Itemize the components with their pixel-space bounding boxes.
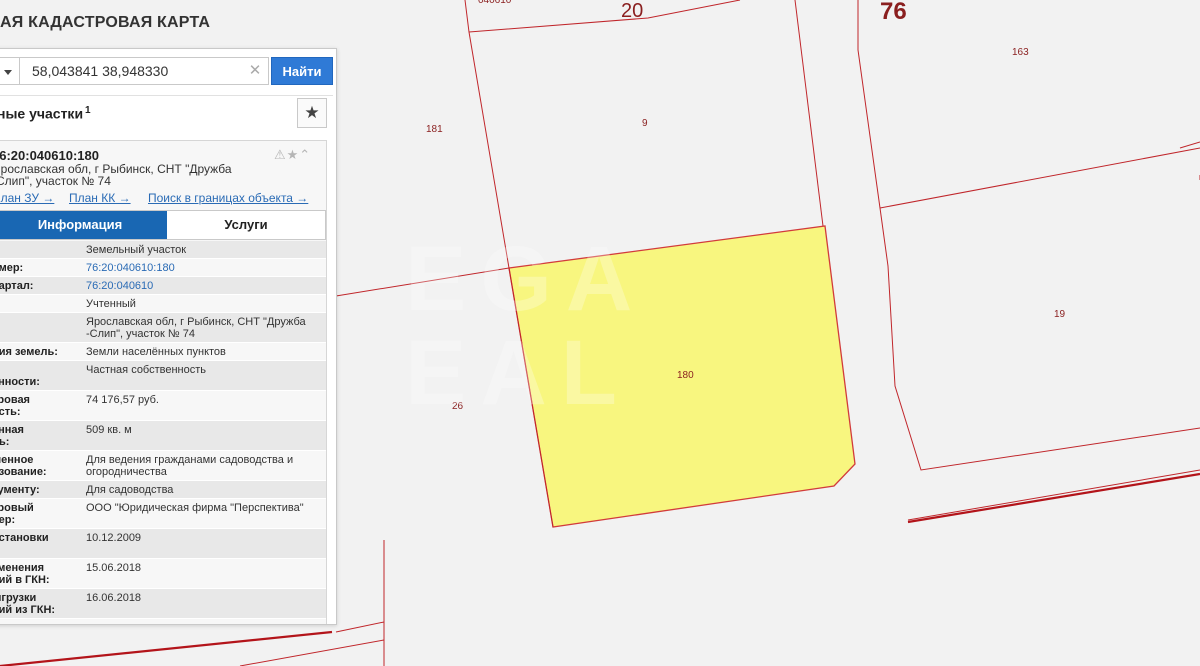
parcel-address: Ярославская обл, г Рыбинск, СНТ "Дружба … <box>0 162 232 188</box>
info-value: Земли населённых пунктов <box>86 346 226 358</box>
map-label-parcel-19: 19 <box>1054 309 1066 320</box>
info-value: Для ведения гражданами садоводства и ого… <box>86 454 294 478</box>
info-row: тровая ость: 74 176,57 руб. <box>0 391 326 421</box>
map-label-parcel-163: 163 <box>1012 47 1029 58</box>
star-icon: ★ <box>304 103 320 122</box>
search-type-dropdown[interactable] <box>0 57 19 85</box>
info-row: омер: 76:20:040610:180 <box>0 259 326 277</box>
card-links: План ЗУ → План КК → Поиск в границах объ… <box>0 191 326 207</box>
map-label-parcel-181: 181 <box>426 124 443 135</box>
tab-services[interactable]: Услуги <box>167 211 325 239</box>
clear-icon[interactable]: ✕ <box>247 62 263 80</box>
chevron-down-icon <box>4 70 12 75</box>
info-label: енная дь: <box>0 424 24 448</box>
info-label: а енности: <box>0 376 40 388</box>
info-row: ыгрузки ний из ГКН: 16.06.2018 <box>0 589 326 619</box>
map-label-quarter-76: 76 <box>880 0 907 25</box>
map-label-quarter-top: 040610 <box>478 0 512 6</box>
info-row: а енности: Частная собственность <box>0 361 326 391</box>
info-label: : <box>0 295 86 312</box>
parcel-cadastral-number[interactable]: 76:20:040610:180 <box>0 148 99 163</box>
search-input[interactable] <box>19 57 269 85</box>
info-label: тровый нер: <box>0 502 34 526</box>
results-header: ные участки 1 ★ <box>0 95 333 131</box>
info-label: кументу: <box>0 484 40 496</box>
info-value: 16.06.2018 <box>86 592 142 604</box>
info-value: 74 176,57 руб. <box>86 394 159 406</box>
info-value: Частная собственность <box>86 364 207 376</box>
info-value: ООО "Юридическая фирма "Перспектива" <box>86 502 304 514</box>
map-label-parcel-180: 180 <box>677 370 694 381</box>
search-bar: ✕ Найти <box>0 57 333 85</box>
info-value: 10.12.2009 <box>86 532 142 544</box>
info-label: зменения ний в ГКН: <box>0 562 50 586</box>
info-row: зменения ний в ГКН: 15.06.2018 <box>0 559 326 589</box>
info-value-link[interactable]: 76:20:040610 <box>86 277 326 294</box>
map-label-quarter-20: 20 <box>621 0 643 22</box>
info-row: остановки т: 10.12.2009 <box>0 529 326 559</box>
info-row: кументу: Для садоводства <box>0 481 326 499</box>
info-row: вартал: 76:20:040610 <box>0 277 326 295</box>
info-label: вартал: <box>0 280 34 292</box>
info-value-link[interactable]: 76:20:040610:180 <box>86 259 326 276</box>
info-row: Земельный участок <box>0 241 326 259</box>
info-value: Ярославская обл, г Рыбинск, СНТ "Дружба … <box>86 316 306 340</box>
info-row: :Ярославская обл, г Рыбинск, СНТ "Дружба… <box>0 313 326 343</box>
card-status-icons[interactable]: ⚠★⌃ <box>274 147 311 163</box>
tab-information[interactable]: Информация <box>0 211 167 239</box>
results-title-text: ные участки <box>0 105 84 122</box>
info-value: 509 кв. м <box>86 424 132 436</box>
search-button[interactable]: Найти <box>271 57 333 85</box>
info-row: енная дь: 509 кв. м <box>0 421 326 451</box>
results-title: ные участки 1 <box>0 105 91 122</box>
results-count: 1 <box>85 105 91 116</box>
info-table: Земельный участок омер:76:20:040610:180 … <box>0 241 326 619</box>
card-tabs: Информация Услуги <box>0 210 326 240</box>
info-label: остановки т: <box>0 532 49 556</box>
info-row: рия земель: Земли населённых пунктов <box>0 343 326 361</box>
info-label <box>0 241 86 258</box>
link-search-in-bounds[interactable]: Поиск в границах объекта → <box>148 191 308 205</box>
map-label-parcel-26: 26 <box>452 401 464 412</box>
parcel-card: 76:20:040610:180 ⚠★⌃ Ярославская обл, г … <box>0 140 327 624</box>
map-label-parcel-9: 9 <box>642 118 648 129</box>
app-title: АЯ КАДАСТРОВАЯ КАРТА <box>0 14 211 31</box>
info-value: Земельный участок <box>86 244 187 256</box>
info-row: шенное ьзование: Для ведения гражданами с… <box>0 451 326 481</box>
info-label: омер: <box>0 262 24 274</box>
info-value: 15.06.2018 <box>86 562 142 574</box>
info-value: Учтенный <box>86 298 136 310</box>
search-panel: ✕ Найти ные участки1 ★ 76:20:040610:180 … <box>0 48 337 625</box>
info-row: тровый нер: ООО "Юридическая фирма "Персп… <box>0 499 326 529</box>
info-value: Для садоводства <box>86 484 174 496</box>
info-label: тровая ость: <box>0 394 30 418</box>
link-plan-kk[interactable]: План КК → <box>69 191 131 205</box>
link-plan-zu[interactable]: План ЗУ → <box>0 191 54 205</box>
info-label: рия земель: <box>0 346 58 358</box>
info-row: :Учтенный <box>0 295 326 313</box>
info-label: : <box>0 313 86 342</box>
info-label: шенное ьзование: <box>0 454 47 478</box>
info-label: ыгрузки ний из ГКН: <box>0 592 56 616</box>
favorites-button[interactable]: ★ <box>297 98 327 128</box>
